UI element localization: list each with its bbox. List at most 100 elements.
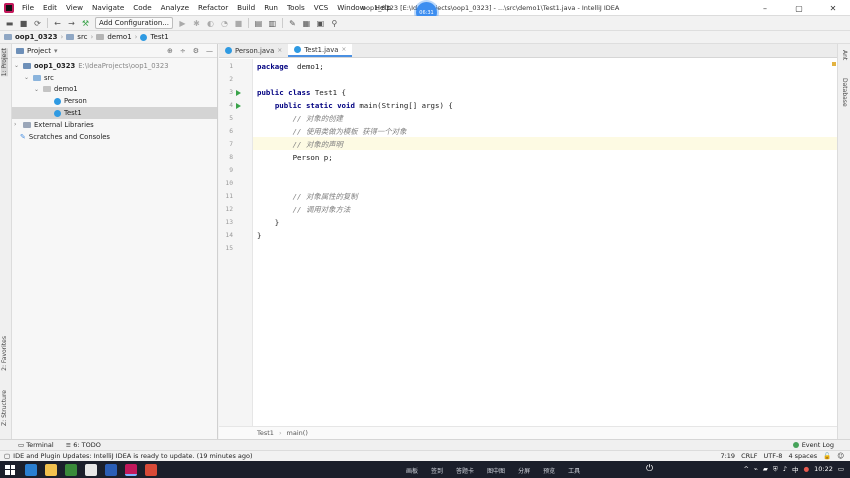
tree-item-person[interactable]: Person	[12, 95, 217, 107]
menu-analyze[interactable]: Analyze	[159, 3, 191, 12]
notification-icon[interactable]: ▢	[4, 452, 10, 460]
menu-file[interactable]: File	[20, 3, 36, 12]
code-line[interactable]: // 调用对象方法	[257, 203, 351, 216]
run-icon[interactable]: ▶	[178, 19, 187, 28]
favorites-tool-tab[interactable]: 2: Favorites	[1, 336, 8, 371]
tree-item-demo1[interactable]: ⌄ demo1	[12, 84, 217, 96]
recorder-icon[interactable]	[145, 463, 157, 476]
sync-icon[interactable]: ⟳	[33, 19, 42, 28]
tree-item-test1[interactable]: Test1	[12, 107, 217, 119]
ime-icon[interactable]: ●	[803, 465, 809, 473]
todo-tab[interactable]: ≡ 6: TODO	[66, 441, 101, 449]
line-separator[interactable]: CRLF	[741, 452, 757, 460]
profile-icon[interactable]: ◔	[220, 19, 229, 28]
minimize-button[interactable]: –	[748, 0, 782, 16]
chevron-down-icon[interactable]: ⌄	[24, 74, 30, 81]
annotation-tool-item[interactable]: 签到	[431, 466, 443, 475]
code-area[interactable]: package demo1; public class Test1 { publi…	[253, 59, 837, 426]
menu-run[interactable]: Run	[262, 3, 280, 12]
vcs-update-icon[interactable]: ▤	[254, 19, 263, 28]
file-encoding[interactable]: UTF-8	[764, 452, 783, 460]
menu-refactor[interactable]: Refactor	[196, 3, 230, 12]
nav-project[interactable]: oop1_0323	[15, 33, 57, 41]
power-icon[interactable]: ⏻	[646, 464, 653, 474]
windows-start-icon[interactable]	[5, 464, 15, 475]
tree-item-external-libraries[interactable]: › External Libraries	[12, 119, 217, 131]
tree-item-src[interactable]: ⌄ src	[12, 72, 217, 84]
menu-tools[interactable]: Tools	[285, 3, 307, 12]
annotation-tool-item[interactable]: 画板	[406, 466, 418, 475]
tree-item-project-root[interactable]: ⌄ oop1_0323 E:\IdeaProjects\oop1_0323	[12, 60, 217, 72]
run-gutter-icon[interactable]	[236, 90, 241, 96]
code-line[interactable]: // 对象的声明	[257, 138, 343, 151]
code-line[interactable]: Person p;	[257, 151, 333, 164]
project-structure-icon[interactable]: ▦	[302, 19, 311, 28]
annotation-tool-item[interactable]: 图中图	[487, 466, 505, 475]
intellij-taskbar-icon[interactable]	[125, 463, 137, 476]
folder-icon[interactable]	[45, 463, 57, 476]
breadcrumb-method[interactable]: main()	[287, 429, 308, 437]
project-tool-tab[interactable]: 1: Project	[1, 48, 8, 77]
close-button[interactable]: ✕	[816, 0, 850, 16]
gear-icon[interactable]: ⚙	[193, 47, 199, 55]
network-icon[interactable]: ⌁	[754, 465, 758, 473]
explorer-icon[interactable]	[25, 463, 37, 476]
code-line[interactable]: // 使用类做为模板 获得一个对象	[257, 125, 407, 138]
maximize-button[interactable]: ▢	[782, 0, 816, 16]
app-icon[interactable]	[65, 463, 77, 476]
coverage-icon[interactable]: ◐	[206, 19, 215, 28]
code-line[interactable]: public static void main(String[] args) {	[257, 99, 453, 112]
menu-build[interactable]: Build	[235, 3, 257, 12]
chevron-down-icon[interactable]: ⌄	[14, 62, 20, 69]
stop-icon[interactable]: ■	[234, 19, 243, 28]
word-icon[interactable]	[105, 463, 117, 476]
menu-vcs[interactable]: VCS	[312, 3, 331, 12]
layout-icon[interactable]: ▣	[316, 19, 325, 28]
code-line[interactable]: package demo1;	[257, 60, 324, 73]
open-folder-icon[interactable]: ▬	[5, 19, 14, 28]
tab-test1-java[interactable]: Test1.java ×	[288, 44, 353, 57]
inspector-icon[interactable]: ☺	[837, 452, 844, 460]
save-icon[interactable]: ■	[19, 19, 28, 28]
menu-view[interactable]: View	[64, 3, 85, 12]
input-language[interactable]: 中	[792, 464, 799, 474]
annotation-tool-item[interactable]: 工具	[568, 466, 580, 475]
shield-icon[interactable]: ⛨	[773, 465, 778, 474]
indent-setting[interactable]: 4 spaces	[788, 452, 817, 460]
chevron-right-icon[interactable]: ›	[14, 121, 20, 128]
vcs-commit-icon[interactable]: ▥	[268, 19, 277, 28]
chevron-down-icon[interactable]: ▾	[54, 47, 58, 55]
chevron-up-icon[interactable]: ^	[744, 465, 749, 473]
warning-marker[interactable]	[832, 62, 836, 66]
code-line[interactable]: }	[257, 229, 261, 242]
breadcrumb-class[interactable]: Test1	[257, 429, 274, 437]
close-icon[interactable]: ×	[341, 46, 346, 53]
locate-target-icon[interactable]: ⊕	[167, 47, 173, 55]
forward-icon[interactable]: →	[67, 19, 76, 28]
lock-icon[interactable]: 🔓	[823, 452, 831, 460]
menu-navigate[interactable]: Navigate	[90, 3, 126, 12]
notification-center-icon[interactable]: ▭	[838, 465, 844, 473]
code-line[interactable]: // 对象属性的复制	[257, 190, 358, 203]
add-configuration-button[interactable]: Add Configuration...	[95, 17, 173, 29]
structure-tool-tab[interactable]: Z: Structure	[1, 390, 8, 426]
terminal-tab[interactable]: ▭ Terminal	[18, 441, 54, 449]
close-icon[interactable]: ×	[277, 47, 282, 54]
annotation-tool-item[interactable]: 分屏	[518, 466, 530, 475]
project-panel-title[interactable]: Project	[27, 47, 51, 55]
menu-edit[interactable]: Edit	[41, 3, 59, 12]
nav-package[interactable]: demo1	[107, 33, 131, 41]
back-icon[interactable]: ←	[53, 19, 62, 28]
database-tool-tab[interactable]: Database	[841, 78, 848, 107]
hide-panel-icon[interactable]: —	[206, 47, 213, 55]
code-line[interactable]: // 对象的创建	[257, 112, 343, 125]
search-icon[interactable]: ⚲	[330, 19, 339, 28]
nav-src[interactable]: src	[77, 33, 87, 41]
volume-icon[interactable]: ♪	[783, 465, 787, 473]
menu-code[interactable]: Code	[131, 3, 153, 12]
build-hammer-icon[interactable]: ⚒	[81, 19, 90, 28]
annotation-tool-item[interactable]: 预览	[543, 466, 555, 475]
chevron-down-icon[interactable]: ⌄	[34, 86, 40, 93]
caret-position[interactable]: 7:19	[720, 452, 735, 460]
chat-icon[interactable]: ▰	[763, 465, 768, 473]
